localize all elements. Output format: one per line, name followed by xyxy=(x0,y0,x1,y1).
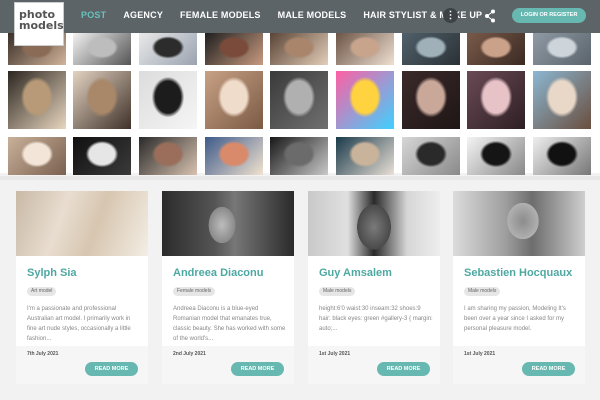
nav-hair-stylist-makeup[interactable]: HAIR STYLIST & MAKE UP xyxy=(363,10,482,20)
gallery-thumbnail[interactable] xyxy=(467,33,525,65)
model-name[interactable]: Guy Amsalem xyxy=(319,267,392,279)
gallery-thumbnail[interactable] xyxy=(139,137,197,175)
gallery-thumbnail[interactable] xyxy=(467,71,525,129)
gallery-thumbnail[interactable] xyxy=(205,137,263,175)
nav-post[interactable]: POST xyxy=(81,10,106,20)
gallery-thumbnail[interactable] xyxy=(402,137,460,175)
gallery-thumbnail[interactable] xyxy=(533,71,591,129)
model-card[interactable]: Andreea Diaconu Female models Andreea Di… xyxy=(162,191,294,384)
site-header: POST AGENCY FEMALE MODELS MALE MODELS HA… xyxy=(0,0,600,33)
model-card[interactable]: Sebastien Hocquaux Male models I am shar… xyxy=(453,191,585,384)
gallery-thumbnail[interactable] xyxy=(139,71,197,129)
gallery-thumbnail[interactable] xyxy=(73,33,131,65)
read-more-button[interactable]: READ MORE xyxy=(522,362,575,376)
model-photo-gallery xyxy=(0,33,600,175)
share-icon[interactable] xyxy=(484,9,496,23)
post-date: 2nd July 2021 xyxy=(173,351,206,357)
gallery-thumbnail[interactable] xyxy=(402,33,460,65)
category-tag[interactable]: Male models xyxy=(464,287,501,296)
gallery-thumbnail[interactable] xyxy=(270,137,328,175)
model-photo[interactable] xyxy=(162,191,294,256)
site-logo[interactable]: photo models xyxy=(14,2,64,46)
model-name[interactable]: Andreea Diaconu xyxy=(173,267,263,279)
model-excerpt: I'm a passionate and professional Austra… xyxy=(27,306,131,342)
read-more-button[interactable]: READ MORE xyxy=(377,362,430,376)
gallery-thumbnail[interactable] xyxy=(73,137,131,175)
model-name[interactable]: Sebastien Hocquaux xyxy=(464,267,572,279)
read-more-button[interactable]: READ MORE xyxy=(231,362,284,376)
main-nav: POST AGENCY FEMALE MODELS MALE MODELS HA… xyxy=(81,10,499,20)
gallery-thumbnail[interactable] xyxy=(533,137,591,175)
gallery-thumbnail[interactable] xyxy=(8,137,66,175)
gallery-thumbnail[interactable] xyxy=(467,137,525,175)
gallery-thumbnail[interactable] xyxy=(336,137,394,175)
logo-text-line2: models xyxy=(19,19,64,32)
model-excerpt: I am sharing my passion, Modeling It's b… xyxy=(464,306,566,332)
post-date: 1st July 2021 xyxy=(319,351,351,357)
nav-male-models[interactable]: MALE MODELS xyxy=(278,10,347,20)
nav-agency[interactable]: AGENCY xyxy=(123,10,163,20)
model-card[interactable]: Guy Amsalem Male models height:6'0 waist… xyxy=(308,191,440,384)
model-photo[interactable] xyxy=(453,191,585,256)
gallery-thumbnail[interactable] xyxy=(73,71,131,129)
read-more-button[interactable]: READ MORE xyxy=(85,362,138,376)
gallery-thumbnail[interactable] xyxy=(205,71,263,129)
category-tag[interactable]: Male models xyxy=(319,287,356,296)
gallery-thumbnail[interactable] xyxy=(533,33,591,65)
post-date: 1st July 2021 xyxy=(464,351,496,357)
gallery-thumbnail[interactable] xyxy=(336,33,394,65)
gallery-thumbnail[interactable] xyxy=(336,71,394,129)
post-date: 7th July 2021 xyxy=(27,351,59,357)
login-register-button[interactable]: LOGIN OR REGISTER xyxy=(512,8,586,23)
gallery-thumbnail[interactable] xyxy=(8,71,66,129)
gallery-thumbnail[interactable] xyxy=(270,71,328,129)
model-photo[interactable] xyxy=(16,191,148,256)
section-divider xyxy=(0,176,600,180)
gallery-thumbnail[interactable] xyxy=(270,33,328,65)
gallery-thumbnail[interactable] xyxy=(139,33,197,65)
model-card[interactable]: Sylph Sia Art model I'm a passionate and… xyxy=(16,191,148,384)
dots-vertical-icon[interactable]: ⋮ xyxy=(443,8,458,23)
model-photo[interactable] xyxy=(308,191,440,256)
model-excerpt: height:6'0 waist:30 inseam:32 shoes:9 ha… xyxy=(319,306,433,332)
category-tag[interactable]: Art model xyxy=(27,287,57,296)
category-tag[interactable]: Female models xyxy=(173,287,216,296)
nav-female-models[interactable]: FEMALE MODELS xyxy=(180,10,261,20)
model-name[interactable]: Sylph Sia xyxy=(27,267,77,279)
model-excerpt: Andreea Diaconu is a blue-eyed Romanian … xyxy=(173,306,286,342)
gallery-thumbnail[interactable] xyxy=(402,71,460,129)
gallery-thumbnail[interactable] xyxy=(205,33,263,65)
